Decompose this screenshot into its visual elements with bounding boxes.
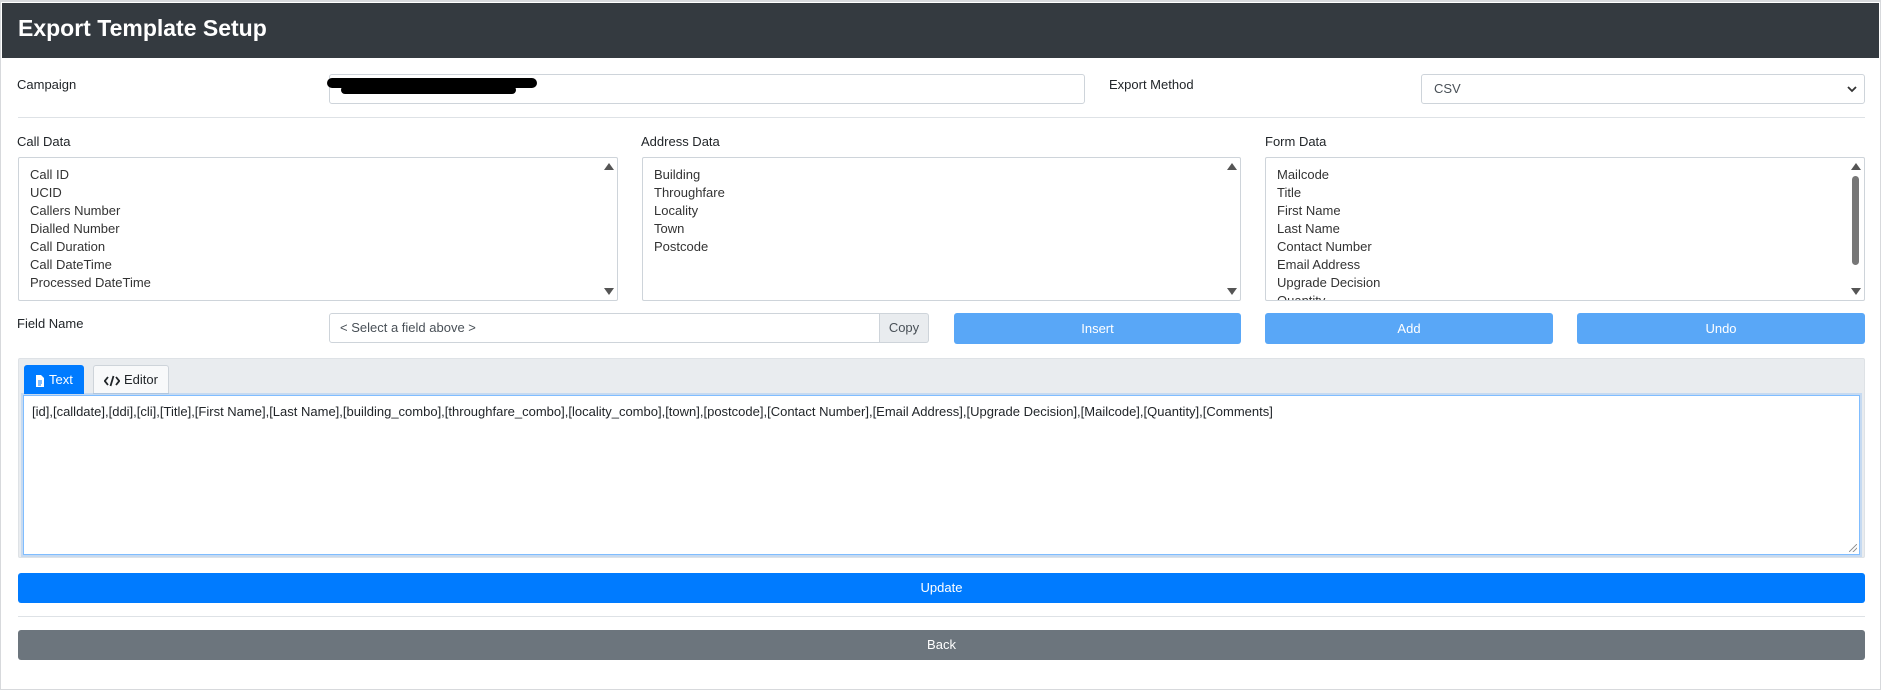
scroll-thumb[interactable] <box>1852 176 1859 265</box>
divider <box>18 616 1865 617</box>
chevron-down-icon <box>1847 86 1857 93</box>
page-header: Export Template Setup <box>2 3 1879 58</box>
form-data-list: Mailcode Title First Name Last Name Contact … <box>1266 158 1864 300</box>
scrollbar[interactable] <box>1223 158 1240 300</box>
insert-button[interactable]: Insert <box>954 313 1241 344</box>
tab-editor-label: Editor <box>124 372 158 387</box>
back-button[interactable]: Back <box>18 630 1865 660</box>
address-data-label: Address Data <box>641 134 720 149</box>
list-item[interactable]: Title <box>1277 184 1853 202</box>
divider <box>18 117 1865 118</box>
scroll-down-icon[interactable] <box>1851 288 1861 295</box>
form-data-label: Form Data <box>1265 134 1327 149</box>
field-name-label: Field Name <box>17 316 84 331</box>
copy-button[interactable]: Copy <box>880 313 929 343</box>
list-item[interactable]: Callers Number <box>30 202 606 220</box>
list-item[interactable]: Call ID <box>30 166 606 184</box>
list-item[interactable]: UCID <box>30 184 606 202</box>
list-item[interactable]: Processed DateTime <box>30 274 606 292</box>
file-text-icon <box>36 374 44 387</box>
update-button[interactable]: Update <box>18 573 1865 603</box>
tab-text-label: Text <box>49 372 73 387</box>
list-item[interactable]: Email Address <box>1277 256 1853 274</box>
tab-editor[interactable]: Editor <box>93 365 169 394</box>
list-item[interactable]: Postcode <box>654 238 1229 256</box>
undo-button[interactable]: Undo <box>1577 313 1865 344</box>
form-data-listbox[interactable]: Mailcode Title First Name Last Name Contact … <box>1265 157 1865 301</box>
export-template-card: Export Template Setup Campaign Export Me… <box>0 0 1881 690</box>
template-textarea[interactable]: [id],[calldate],[ddi],[cli],[Title],[Fir… <box>23 395 1860 555</box>
list-item[interactable]: Call DateTime <box>30 256 606 274</box>
call-data-label: Call Data <box>17 134 71 149</box>
list-item[interactable]: Mailcode <box>1277 166 1853 184</box>
redaction-mark <box>341 86 516 94</box>
scroll-down-icon[interactable] <box>1227 288 1237 295</box>
scrollbar[interactable] <box>600 158 617 300</box>
list-item[interactable]: Quantity <box>1277 292 1853 300</box>
address-data-list: Building Throughfare Locality Town Postcode <box>643 158 1240 264</box>
campaign-label: Campaign <box>17 77 77 92</box>
list-item[interactable]: Call Duration <box>30 238 606 256</box>
list-item[interactable]: Locality <box>654 202 1229 220</box>
page-title: Export Template Setup <box>18 15 267 41</box>
call-data-listbox[interactable]: Call ID UCID Callers Number Dialled Number C… <box>18 157 618 301</box>
scroll-up-icon[interactable] <box>1227 163 1237 170</box>
address-data-listbox[interactable]: Building Throughfare Locality Town Postcode <box>642 157 1241 301</box>
scroll-down-icon[interactable] <box>604 288 614 295</box>
list-item[interactable]: Throughfare <box>654 184 1229 202</box>
scrollbar[interactable] <box>1847 158 1864 300</box>
list-item[interactable]: Town <box>654 220 1229 238</box>
template-editor: Text Editor [id],[calldate],[ddi],[cli],… <box>18 358 1865 558</box>
add-button[interactable]: Add <box>1265 313 1553 344</box>
list-item[interactable]: Last Name <box>1277 220 1853 238</box>
list-item[interactable]: Dialled Number <box>30 220 606 238</box>
scroll-up-icon[interactable] <box>604 163 614 170</box>
list-item[interactable]: First Name <box>1277 202 1853 220</box>
export-method-value: CSV <box>1434 81 1461 96</box>
export-method-label: Export Method <box>1109 77 1194 92</box>
resize-handle[interactable] <box>1849 544 1857 552</box>
template-text: [id],[calldate],[ddi],[cli],[Title],[Fir… <box>32 404 1273 419</box>
call-data-list: Call ID UCID Callers Number Dialled Number C… <box>19 158 617 300</box>
tab-text[interactable]: Text <box>24 365 84 394</box>
list-item[interactable]: Contact Number <box>1277 238 1853 256</box>
scroll-up-icon[interactable] <box>1851 163 1861 170</box>
code-icon <box>104 375 120 386</box>
list-item[interactable]: Upgrade Decision <box>1277 274 1853 292</box>
export-method-select[interactable]: CSV <box>1421 74 1865 104</box>
field-name-input[interactable]: < Select a field above > <box>329 313 880 343</box>
list-item[interactable]: Building <box>654 166 1229 184</box>
